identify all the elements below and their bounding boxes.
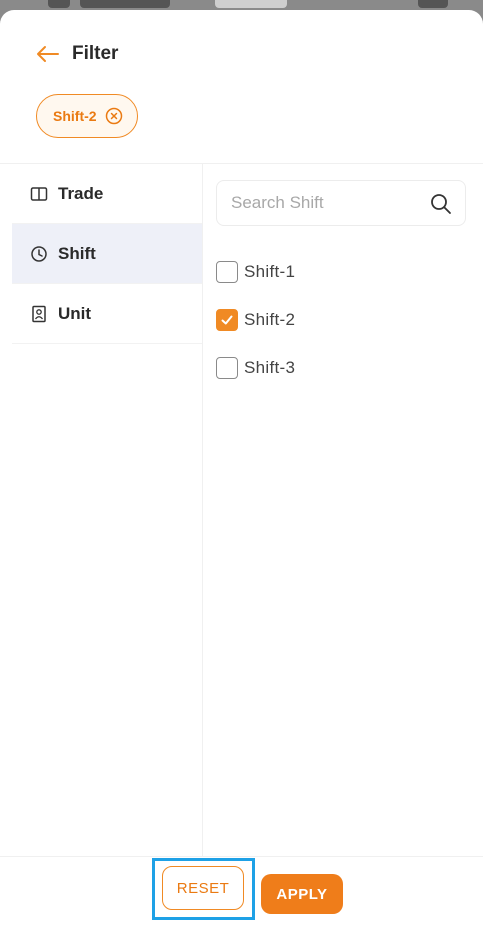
sidebar-item-label: Shift: [58, 243, 96, 263]
arrow-left-icon[interactable]: [34, 44, 60, 64]
status-icon: [215, 0, 287, 8]
sidebar-item-label: Unit: [58, 303, 92, 323]
filter-header: Filter: [34, 40, 118, 68]
chip-label: Shift-2: [53, 108, 97, 124]
book-open-icon: [30, 186, 48, 201]
divider: [0, 856, 483, 857]
applied-filter-chip[interactable]: Shift-2: [36, 94, 138, 138]
page-title: Filter: [72, 43, 119, 64]
divider: [202, 164, 203, 856]
reset-button[interactable]: RESET: [162, 866, 244, 910]
list-item[interactable]: Shift-2: [216, 296, 295, 344]
search-box: [216, 180, 466, 226]
check-icon: [221, 315, 233, 325]
apply-button[interactable]: APPLY: [261, 874, 343, 914]
checkbox[interactable]: [216, 309, 238, 331]
status-icon: [418, 0, 448, 8]
checkbox[interactable]: [216, 261, 238, 283]
list-item[interactable]: Shift-1: [216, 248, 295, 296]
option-label: Shift-1: [244, 262, 296, 281]
building-icon: [32, 305, 46, 322]
option-label: Shift-3: [244, 358, 296, 377]
filter-category-sidebar: Trade Shift Unit: [12, 164, 202, 344]
search-input[interactable]: [231, 193, 411, 213]
search-icon[interactable]: [429, 192, 453, 216]
list-item[interactable]: Shift-3: [216, 344, 295, 392]
filter-sheet: Filter Shift-2 Trade Shift Unit Search S…: [0, 10, 483, 930]
clock-icon: [31, 245, 47, 262]
status-icon: [48, 0, 70, 8]
status-icon: [80, 0, 170, 8]
close-circle-icon[interactable]: [105, 107, 123, 125]
checkbox[interactable]: [216, 357, 238, 379]
sidebar-item-label: Trade: [58, 183, 104, 203]
sidebar-item-shift[interactable]: Shift: [12, 224, 202, 284]
sidebar-item-trade[interactable]: Trade: [12, 164, 202, 224]
option-label: Shift-2: [244, 310, 296, 329]
shift-options-list: Shift-1 Shift-2 Shift-3: [216, 248, 295, 392]
sidebar-item-unit[interactable]: Unit: [12, 284, 202, 344]
